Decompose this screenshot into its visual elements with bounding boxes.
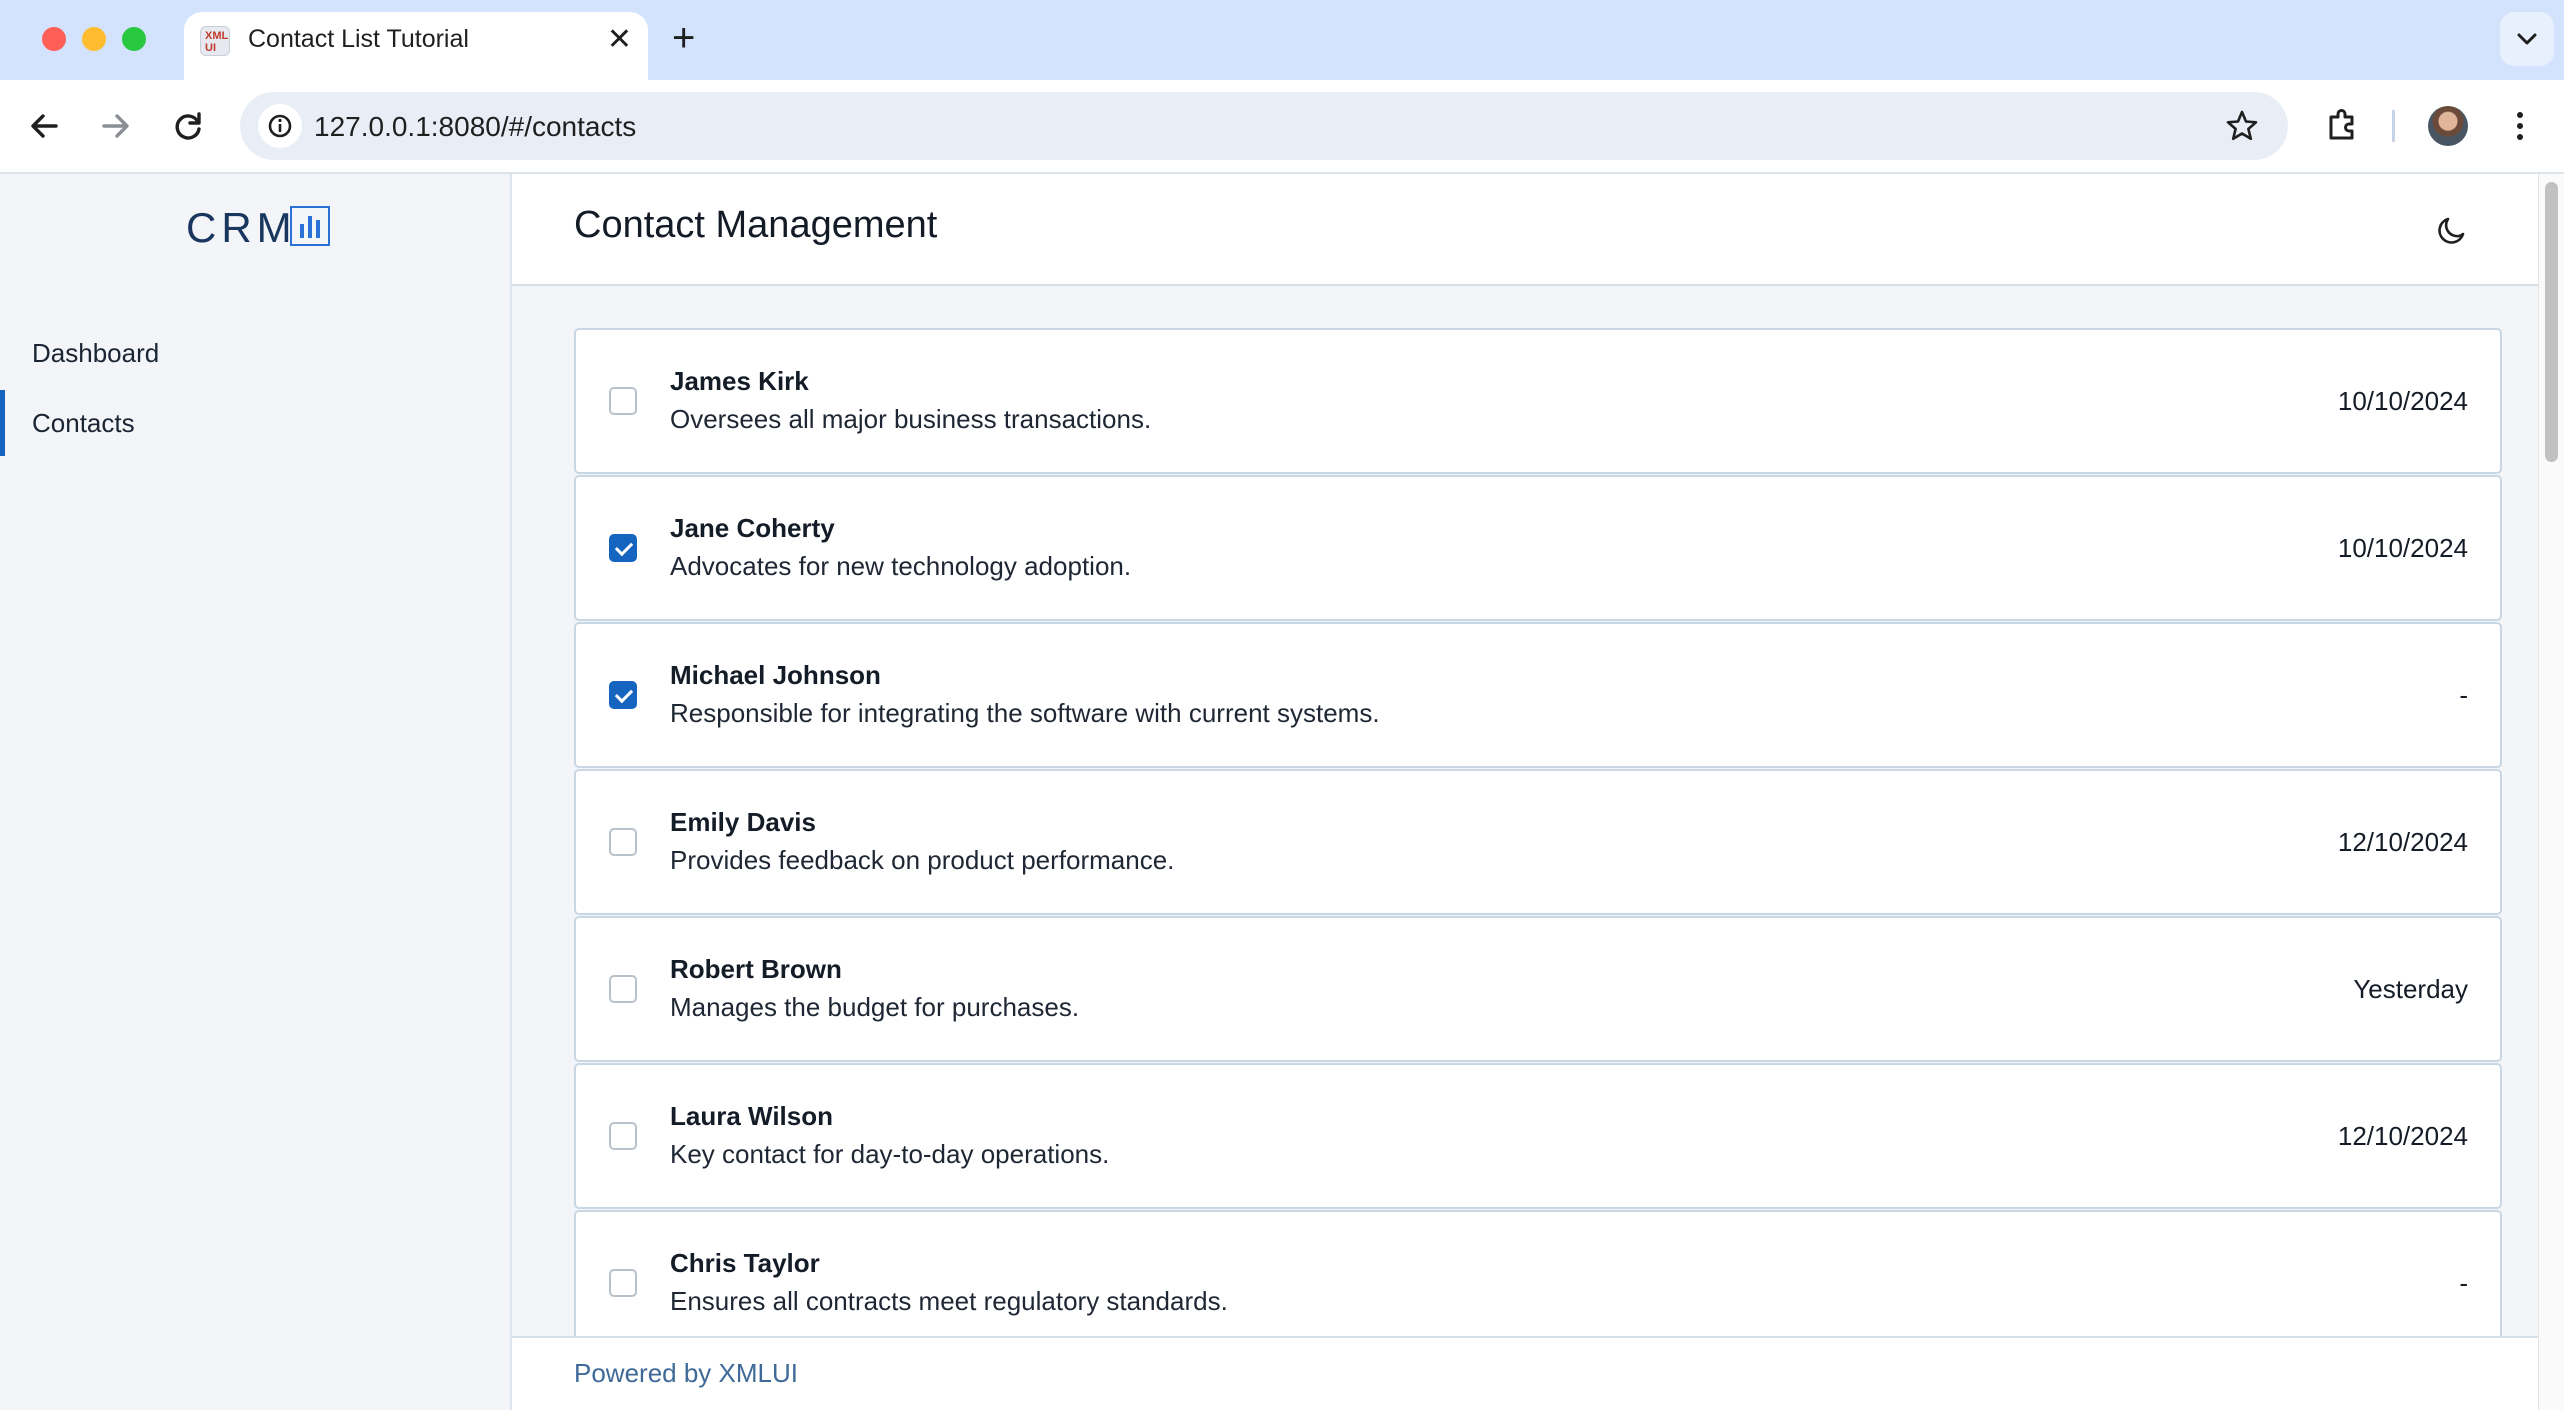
contact-description: Ensures all contracts meet regulatory st…	[670, 1286, 1228, 1316]
contact-row[interactable]: Emily Davis Provides feedback on product…	[574, 769, 2502, 915]
profile-avatar[interactable]	[2428, 106, 2468, 146]
contact-date: 12/10/2024	[2337, 827, 2468, 857]
contact-name: Jane Coherty	[670, 513, 835, 543]
browser-tab[interactable]: XML UI Contact List Tutorial ✕	[184, 12, 648, 80]
browser-tabstrip: XML UI Contact List Tutorial ✕ +	[0, 0, 2564, 80]
scrollbar-thumb[interactable]	[2545, 182, 2558, 462]
contact-row[interactable]: Robert Brown Manages the budget for purc…	[574, 916, 2502, 1062]
url-text[interactable]: 127.0.0.1:8080/#/contacts	[314, 111, 636, 143]
favicon-text-top: XML	[205, 30, 229, 42]
contact-date: 12/10/2024	[2337, 1121, 2468, 1151]
maximize-window-button[interactable]	[122, 27, 146, 51]
close-tab-icon[interactable]: ✕	[607, 22, 632, 57]
contact-name: Laura Wilson	[670, 1101, 834, 1131]
contact-checkbox[interactable]	[609, 387, 637, 415]
contact-date: -	[2459, 680, 2468, 710]
page-header: Contact Management	[512, 174, 2538, 286]
contact-description: Key contact for day-to-day operations.	[670, 1139, 1110, 1169]
contact-name: James Kirk	[670, 366, 809, 396]
contact-checkbox[interactable]	[609, 975, 637, 1003]
new-tab-icon[interactable]: +	[672, 18, 695, 58]
contact-row[interactable]: Michael Johnson Responsible for integrat…	[574, 622, 2502, 768]
contact-name: Emily Davis	[670, 807, 816, 837]
contact-date: Yesterday	[2353, 974, 2468, 1004]
contact-row[interactable]: James Kirk Oversees all major business t…	[574, 328, 2502, 474]
info-icon	[268, 114, 292, 138]
page-footer: Powered by XMLUI	[512, 1336, 2538, 1410]
contact-date: 10/10/2024	[2337, 386, 2468, 416]
back-arrow-icon[interactable]	[20, 102, 68, 150]
main-content: Contact Management James Kirk Oversees a…	[512, 174, 2538, 1410]
contact-checkbox[interactable]	[609, 1269, 637, 1297]
chevron-down-icon	[2517, 33, 2537, 45]
extensions-puzzle-icon[interactable]	[2318, 102, 2366, 150]
crm-logo[interactable]: CRM	[186, 204, 297, 252]
powered-by-text: Powered by XMLUI	[574, 1358, 798, 1388]
contact-name: Chris Taylor	[670, 1248, 820, 1278]
contact-name: Robert Brown	[670, 954, 842, 984]
sidebar-item-label: Contacts	[32, 408, 135, 438]
site-info-button[interactable]	[258, 104, 302, 148]
contact-checkbox[interactable]	[609, 828, 637, 856]
contact-list: James Kirk Oversees all major business t…	[574, 328, 2502, 1357]
contact-description: Manages the budget for purchases.	[670, 992, 1080, 1022]
contact-name: Michael Johnson	[670, 660, 881, 690]
vertical-scrollbar[interactable]	[2538, 174, 2564, 1410]
forward-arrow-icon[interactable]	[92, 102, 140, 150]
contact-description: Provides feedback on product performance…	[670, 845, 1175, 875]
more-vertical-icon[interactable]	[2496, 102, 2544, 150]
minimize-window-button[interactable]	[82, 27, 106, 51]
contact-date: -	[2459, 1268, 2468, 1298]
browser-toolbar: 127.0.0.1:8080/#/contacts	[0, 80, 2564, 174]
contact-checkbox[interactable]	[609, 534, 637, 562]
tab-title: Contact List Tutorial	[248, 25, 469, 53]
contact-description: Responsible for integrating the software…	[670, 698, 1380, 728]
contact-row[interactable]: Laura Wilson Key contact for day-to-day …	[574, 1063, 2502, 1209]
contact-checkbox[interactable]	[609, 1122, 637, 1150]
sidebar: CRM Dashboard Contacts	[0, 174, 512, 1410]
xmlui-favicon-icon: XML UI	[200, 26, 230, 56]
reload-icon[interactable]	[164, 102, 212, 150]
logo-bars-icon	[290, 206, 330, 246]
bookmark-star-icon[interactable]	[2222, 106, 2262, 146]
favicon-text-bottom: UI	[205, 42, 216, 54]
contact-description: Advocates for new technology adoption.	[670, 551, 1132, 581]
address-bar[interactable]: 127.0.0.1:8080/#/contacts	[240, 92, 2288, 160]
contact-row[interactable]: Jane Coherty Advocates for new technolog…	[574, 475, 2502, 621]
close-window-button[interactable]	[42, 27, 66, 51]
contact-description: Oversees all major business transactions…	[670, 404, 1152, 434]
contact-row[interactable]: Chris Taylor Ensures all contracts meet …	[574, 1210, 2502, 1356]
tab-search-button[interactable]	[2500, 12, 2554, 66]
contact-checkbox[interactable]	[609, 681, 637, 709]
sidebar-item-dashboard[interactable]: Dashboard	[0, 320, 510, 386]
sidebar-item-label: Dashboard	[32, 338, 160, 368]
toolbar-divider	[2392, 110, 2395, 142]
moon-icon[interactable]	[2432, 210, 2472, 250]
sidebar-item-contacts[interactable]: Contacts	[0, 390, 510, 456]
page-title: Contact Management	[574, 204, 938, 246]
contact-date: 10/10/2024	[2337, 533, 2468, 563]
